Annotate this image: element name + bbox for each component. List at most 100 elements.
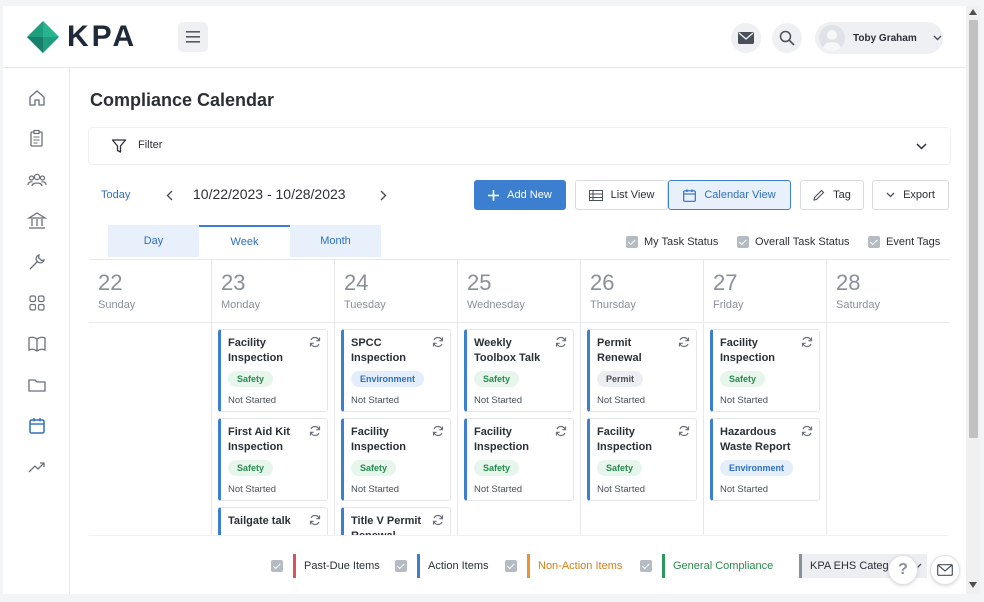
event-card[interactable]: Facility Inspection Safety Not Started bbox=[464, 418, 574, 501]
tab-week[interactable]: Week bbox=[199, 225, 290, 257]
recurring-icon bbox=[555, 425, 567, 437]
overall-task-status-label: Overall Task Status bbox=[755, 236, 850, 248]
checkbox[interactable] bbox=[868, 236, 880, 248]
event-card[interactable]: Weekly Toolbox Talk Safety Not Started bbox=[464, 329, 574, 412]
book-icon[interactable] bbox=[27, 334, 47, 354]
event-status: Not Started bbox=[474, 395, 523, 406]
chevron-right-icon[interactable] bbox=[380, 190, 387, 201]
tag-button[interactable]: Tag bbox=[800, 180, 864, 210]
legend-label: Non-Action Items bbox=[527, 554, 631, 578]
category-badge: Safety bbox=[228, 460, 274, 476]
event-card[interactable]: SPCC Inspection Environment Not Started bbox=[341, 329, 451, 412]
folder-icon[interactable] bbox=[27, 375, 47, 395]
question-icon: ? bbox=[898, 561, 908, 578]
kpa-logo-icon bbox=[27, 21, 59, 53]
event-title: Facility Inspection bbox=[474, 426, 530, 453]
chevron-down-icon bbox=[886, 192, 895, 198]
plus-icon bbox=[488, 189, 500, 201]
export-label: Export bbox=[903, 189, 935, 201]
today-link[interactable]: Today bbox=[101, 189, 130, 201]
day-number: 27 bbox=[713, 270, 738, 295]
day-number: 23 bbox=[221, 270, 246, 295]
messages-button[interactable] bbox=[731, 23, 761, 53]
day-name: Friday bbox=[713, 299, 744, 311]
event-status: Not Started bbox=[228, 395, 277, 406]
page-scrollbar[interactable] bbox=[966, 6, 980, 594]
event-title: Facility Inspection bbox=[597, 426, 653, 453]
event-card[interactable]: Facility Inspection Safety Not Started bbox=[341, 418, 451, 501]
legend-item[interactable]: Action Items bbox=[395, 554, 497, 578]
kpa-logo[interactable]: KPA bbox=[27, 20, 137, 54]
user-avatar-icon bbox=[823, 30, 841, 51]
checkbox[interactable] bbox=[737, 236, 749, 248]
event-card[interactable]: Hazardous Waste Report Environment Not Sta… bbox=[710, 418, 820, 501]
bank-icon[interactable] bbox=[27, 211, 47, 231]
category-badge: Safety bbox=[720, 371, 766, 387]
chevron-down-icon[interactable] bbox=[916, 143, 927, 150]
calendar-icon bbox=[683, 188, 697, 202]
event-title: Tailgate talk bbox=[228, 515, 291, 527]
user-menu[interactable]: Toby Graham bbox=[815, 22, 943, 54]
envelope-icon bbox=[937, 564, 953, 576]
recurring-icon bbox=[555, 336, 567, 348]
chevron-left-icon[interactable] bbox=[166, 190, 173, 201]
event-tags-label: Event Tags bbox=[886, 236, 941, 248]
users-icon[interactable] bbox=[27, 170, 47, 190]
event-title: SPCC Inspection bbox=[351, 337, 407, 364]
recurring-icon bbox=[309, 425, 321, 437]
tab-day[interactable]: Day bbox=[108, 225, 199, 257]
event-card[interactable]: Permit Renewal Permit Not Started bbox=[587, 329, 697, 412]
checkbox[interactable] bbox=[640, 560, 652, 572]
legend-bar: Past-Due Items Action Items Non-Action Ite… bbox=[89, 536, 949, 594]
legend-item[interactable]: General Compliance bbox=[640, 554, 782, 578]
clipboard-icon[interactable] bbox=[27, 129, 47, 149]
calendar-icon[interactable] bbox=[27, 416, 47, 436]
recurring-icon bbox=[678, 425, 690, 437]
filter-bar[interactable]: Filter bbox=[89, 128, 950, 164]
export-button[interactable]: Export bbox=[872, 180, 949, 210]
day-name: Tuesday bbox=[344, 299, 386, 311]
calendar-view-button[interactable]: Calendar View bbox=[668, 180, 791, 210]
user-name: Toby Graham bbox=[853, 32, 917, 44]
event-card[interactable]: Facility Inspection Safety Not Started bbox=[710, 329, 820, 412]
list-view-button[interactable]: List View bbox=[575, 180, 668, 210]
add-new-label: Add New bbox=[507, 189, 552, 201]
recurring-icon bbox=[801, 425, 813, 437]
event-title: Facility Inspection bbox=[351, 426, 407, 453]
event-card[interactable]: First Aid Kit Inspection Safety Not Starte… bbox=[218, 418, 328, 501]
category-badge: Safety bbox=[474, 460, 520, 476]
overall-task-status-toggle[interactable]: Overall Task Status bbox=[737, 236, 850, 248]
pencil-icon bbox=[813, 189, 825, 201]
event-card[interactable]: Facility Inspection Safety Not Started bbox=[587, 418, 697, 501]
home-icon[interactable] bbox=[27, 88, 47, 108]
legend-item[interactable]: Non-Action Items bbox=[505, 554, 631, 578]
apps-icon[interactable] bbox=[27, 293, 47, 313]
checkbox[interactable] bbox=[271, 560, 283, 572]
trending-icon[interactable] bbox=[27, 457, 47, 477]
event-tags-toggle[interactable]: Event Tags bbox=[868, 236, 940, 248]
chat-button[interactable] bbox=[930, 555, 960, 585]
recurring-icon bbox=[309, 514, 321, 526]
tag-label: Tag bbox=[833, 189, 851, 201]
event-status: Not Started bbox=[474, 484, 523, 495]
recurring-icon bbox=[309, 336, 321, 348]
day-name: Saturday bbox=[836, 299, 881, 311]
checkbox[interactable] bbox=[626, 236, 638, 248]
my-task-status-toggle[interactable]: My Task Status bbox=[626, 236, 718, 248]
scroll-down-icon[interactable] bbox=[969, 582, 977, 588]
scroll-thumb[interactable] bbox=[969, 20, 978, 438]
legend-item[interactable]: Past-Due Items bbox=[271, 554, 388, 578]
event-card[interactable]: Facility Inspection Safety Not Started bbox=[218, 329, 328, 412]
add-new-button[interactable]: Add New bbox=[474, 180, 566, 210]
tab-month[interactable]: Month bbox=[290, 225, 381, 257]
list-icon bbox=[588, 189, 603, 201]
checkbox[interactable] bbox=[395, 560, 407, 572]
search-button[interactable] bbox=[772, 23, 802, 53]
event-status: Not Started bbox=[597, 484, 646, 495]
scroll-up-icon[interactable] bbox=[969, 9, 977, 15]
menu-toggle-button[interactable] bbox=[178, 22, 208, 52]
help-button[interactable]: ? bbox=[888, 555, 918, 585]
checkbox[interactable] bbox=[505, 560, 517, 572]
sidebar-nav bbox=[3, 68, 70, 594]
wrench-icon[interactable] bbox=[27, 252, 47, 272]
